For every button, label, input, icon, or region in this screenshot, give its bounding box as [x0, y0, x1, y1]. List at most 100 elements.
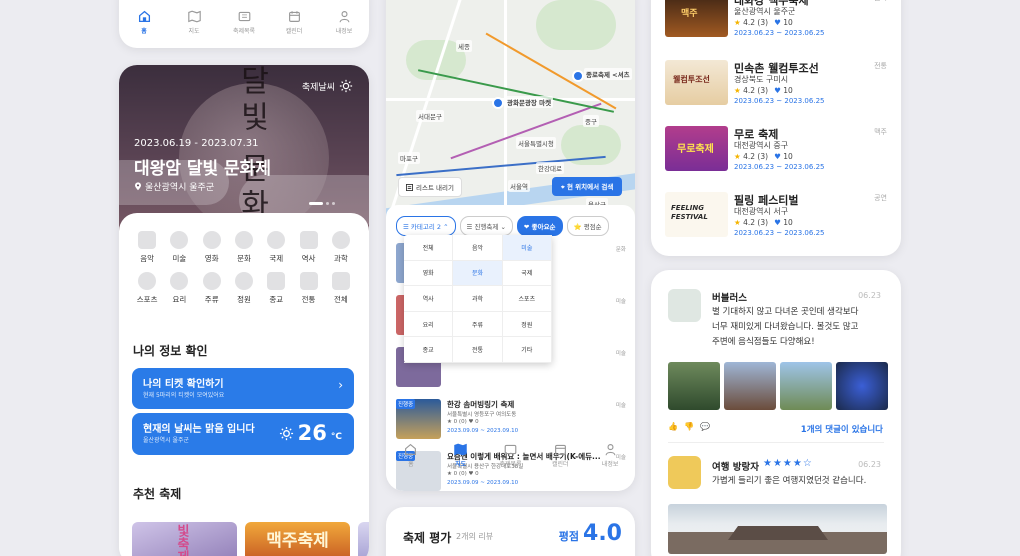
- review-photo[interactable]: [668, 362, 720, 410]
- list-item[interactable]: 진행중 한강 솜머빙링기 축제 서울특별시 영등포구 여의도동 ★ 0 (0) …: [396, 393, 626, 445]
- recommend-card[interactable]: 빛축제: [132, 522, 237, 556]
- review-photo[interactable]: [780, 362, 832, 410]
- list-item[interactable]: 웰컴투조선 민속촌 웰컴투조선 경상북도 구미시 ★ 4.2 (3) ♥ 10 2…: [665, 60, 887, 110]
- nav-map[interactable]: 지도: [441, 443, 481, 468]
- dropdown-option[interactable]: 정원: [502, 311, 552, 338]
- dropdown-option[interactable]: 종교: [404, 337, 454, 363]
- category-art[interactable]: 미술: [163, 231, 195, 264]
- review-photo[interactable]: [724, 362, 776, 410]
- category-all[interactable]: 전체: [325, 272, 357, 305]
- nav-my-info[interactable]: 내정보: [590, 443, 630, 468]
- category-tradition[interactable]: 전통: [292, 272, 324, 305]
- weather-card[interactable]: 현재의 날씨는 맑음 입니다 울산광역시 울주군 26 °C: [132, 413, 354, 455]
- category-international[interactable]: 국제: [260, 231, 292, 264]
- hero-date: 2023.06.19 - 2023.07.31: [134, 138, 259, 149]
- map-pin-icon[interactable]: [492, 97, 504, 109]
- map-pin-label[interactable]: 종로축제 <셔츠: [584, 68, 632, 80]
- my-info-title: 나의 정보 확인: [133, 344, 208, 358]
- recommend-card[interactable]: [358, 522, 369, 556]
- roof-graphic: [728, 526, 828, 540]
- list-icon: [406, 183, 413, 191]
- book-icon: [299, 231, 318, 249]
- dropdown-option[interactable]: 요리: [404, 311, 454, 338]
- category-culture[interactable]: 문화: [228, 231, 260, 264]
- list-item[interactable]: 무로축제 무로 축제 대전광역시 중구 ★ 4.2 (3) ♥ 10 2023.0…: [665, 126, 887, 176]
- search-here-button[interactable]: ⌖ 현 위치에서 검색: [552, 177, 623, 196]
- review-actions: 👍 👎 💬: [668, 422, 710, 431]
- nav-home[interactable]: 홈: [124, 10, 164, 35]
- subway-line: [396, 155, 606, 177]
- review-stars: ★★★★☆: [763, 458, 813, 469]
- recommend-card[interactable]: 맥주축제: [245, 522, 350, 556]
- list-item[interactable]: 맥주 태화강 맥주축제 울산광역시 울주군 ★ 4.2 (3) ♥ 10 2023…: [665, 0, 887, 42]
- home-screen-card: 달빛 문화 축제날씨 2023.06.19 - 2023.07.31 대왕암 달…: [119, 65, 369, 556]
- nav-festival-list[interactable]: 축제목록: [224, 10, 264, 35]
- bulb-icon: [331, 231, 350, 249]
- category-sports[interactable]: 스포츠: [131, 272, 163, 305]
- category-movie[interactable]: 영화: [196, 231, 228, 264]
- rating-summary-card: 축제 평가 2개의 리뷰 평점 4.0: [386, 507, 635, 556]
- cross-icon: [267, 272, 286, 290]
- thumbs-down-icon[interactable]: 👎: [684, 422, 694, 431]
- dropdown-option[interactable]: 기타: [502, 337, 552, 363]
- category-history[interactable]: 역사: [292, 231, 324, 264]
- avatar[interactable]: [668, 456, 701, 489]
- comment-icon[interactable]: 💬: [700, 422, 710, 431]
- calendar-icon: [288, 11, 300, 22]
- my-ticket-button[interactable]: 나의 티켓 확인하기 현재 5마리의 티켓이 모여있어요 ›: [132, 368, 354, 409]
- location-pin-icon: [135, 182, 141, 191]
- map-label: 서울역: [508, 180, 530, 192]
- bottom-nav: 홈 지도 축제목록 캘린더 내정보: [119, 10, 369, 35]
- dropdown-option[interactable]: 음악: [453, 235, 503, 261]
- map-pin-label[interactable]: 광화문광장 마켓: [505, 96, 554, 108]
- bottom-nav: 홈 지도 축제목록 캘린더 내정보: [386, 443, 635, 468]
- festival-thumb: 무로축제: [665, 126, 728, 171]
- festival-list-pane: ☰ 카테고리 2 ⌃ ☰ 진행축제 ⌄ ❤ 좋아요순 ⭐ 평점순 문화 미술 미…: [386, 205, 635, 491]
- category-garden[interactable]: 정원: [228, 272, 260, 305]
- carousel-indicator[interactable]: [309, 202, 335, 205]
- category-liquor[interactable]: 주류: [196, 272, 228, 305]
- sort-likes-chip[interactable]: ❤ 좋아요순: [516, 216, 563, 236]
- bottle-icon: [202, 272, 221, 290]
- review-photo[interactable]: [668, 504, 887, 554]
- list-item[interactable]: FEELING FESTIVAL 필링 페스티벌 대전광역시 서구 ★ 4.2 …: [665, 192, 887, 242]
- nav-calendar[interactable]: 캘린더: [274, 10, 314, 35]
- avatar[interactable]: [668, 289, 701, 322]
- category-filter-chip[interactable]: ☰ 카테고리 2 ⌃: [396, 216, 456, 236]
- thumbs-up-icon[interactable]: 👍: [668, 422, 678, 431]
- map-label: 서대문구: [416, 110, 444, 122]
- chevron-right-icon: ›: [338, 378, 343, 392]
- dropdown-option[interactable]: 과학: [453, 286, 503, 312]
- map-screen-card: 종로축제 <셔츠 광화문광장 마켓 서울특별시청 중구 서울역 용산구 마포구 …: [386, 0, 635, 491]
- dropdown-option[interactable]: 역사: [404, 286, 454, 312]
- map-pin-icon[interactable]: [572, 70, 584, 82]
- list-collapse-button[interactable]: 리스트 내리기: [398, 177, 462, 197]
- category-music[interactable]: 음악: [131, 231, 163, 264]
- nav-map[interactable]: 지도: [174, 10, 214, 35]
- divider: [668, 442, 884, 443]
- dropdown-option[interactable]: 미술: [502, 235, 552, 261]
- category-science[interactable]: 과학: [325, 231, 357, 264]
- category-cooking[interactable]: 요리: [163, 272, 195, 305]
- film-icon: [202, 231, 221, 249]
- sort-rating-chip[interactable]: ⭐ 평점순: [566, 216, 609, 236]
- dropdown-option[interactable]: 문화: [453, 260, 503, 287]
- dropdown-option[interactable]: 국제: [502, 260, 552, 287]
- festival-weather[interactable]: 축제날씨: [302, 79, 353, 93]
- comments-link[interactable]: 1개의 댓글이 있습니다: [801, 423, 883, 435]
- map-view[interactable]: 종로축제 <셔츠 광화문광장 마켓 서울특별시청 중구 서울역 용산구 마포구 …: [386, 0, 635, 220]
- home-icon: [138, 10, 150, 23]
- category-religion[interactable]: 종교: [260, 272, 292, 305]
- status-badge: 진행중: [396, 399, 416, 409]
- nav-my-info[interactable]: 내정보: [324, 10, 364, 35]
- nav-festival-list[interactable]: 축제목록: [490, 443, 530, 468]
- review-photo[interactable]: [836, 362, 888, 410]
- nav-calendar[interactable]: 캘린더: [540, 443, 580, 468]
- dropdown-option[interactable]: 영화: [404, 260, 454, 287]
- dropdown-option[interactable]: 주류: [453, 311, 503, 338]
- dropdown-option[interactable]: 전통: [453, 337, 503, 363]
- nav-home[interactable]: 홈: [391, 443, 431, 468]
- dropdown-option[interactable]: 스포츠: [502, 286, 552, 312]
- dropdown-option[interactable]: 전체: [404, 235, 454, 261]
- status-filter-chip[interactable]: ☰ 진행축제 ⌄: [459, 216, 513, 236]
